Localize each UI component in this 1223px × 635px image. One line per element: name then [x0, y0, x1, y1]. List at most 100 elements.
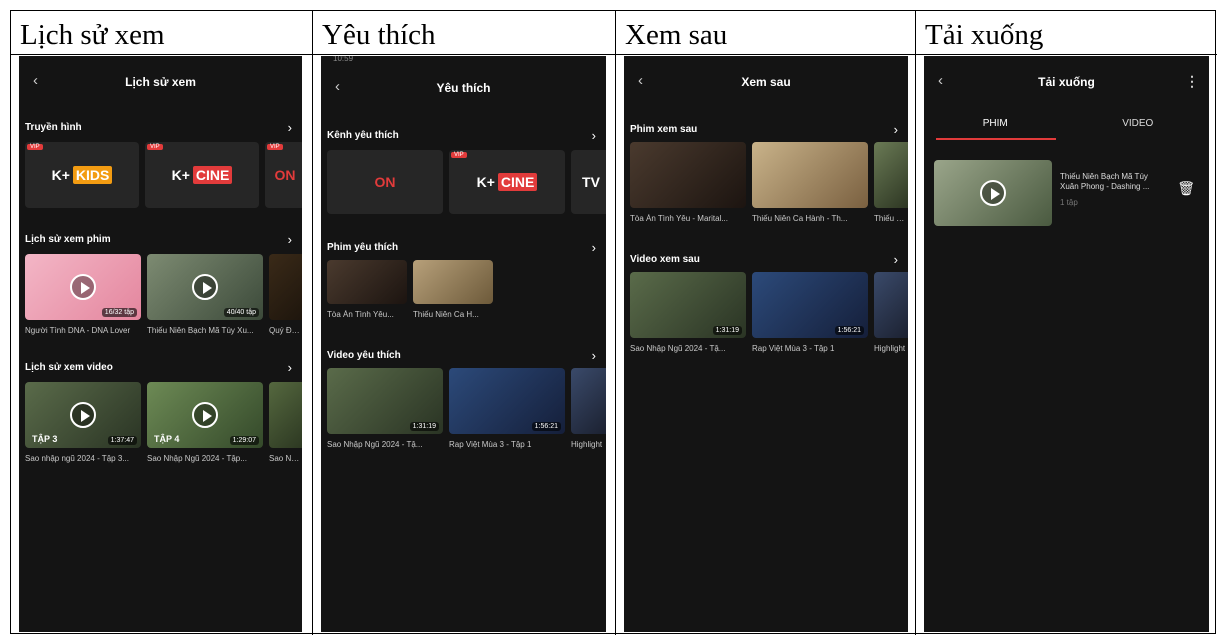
video-thumbnail[interactable]: TẬP 4 1:29:07: [147, 382, 263, 448]
chevron-right-icon[interactable]: ›: [288, 232, 292, 247]
comparison-table: Lịch sử xem ‹ Lịch sử xem Truyền hình › …: [10, 10, 1217, 635]
channel-card[interactable]: VIP K+ CINE: [449, 150, 565, 214]
movie-caption: Thiếu Niê: [874, 214, 908, 223]
chevron-right-icon[interactable]: ›: [894, 122, 898, 137]
duration-badge: 1:37:47: [107, 436, 137, 445]
column-watch-later: Xem sau ‹ Xem sau Phim xem sau › Tòa Án …: [616, 11, 916, 635]
channel-card[interactable]: ON: [327, 150, 443, 214]
download-title-line1: Thiếu Niên Bạch Mã Túy: [1060, 172, 1148, 181]
section-title: Video xem sau: [630, 254, 700, 265]
section-title: Lịch sử xem phim: [25, 234, 111, 245]
movie-thumbnail[interactable]: [630, 142, 746, 208]
video-caption: Sao Nhập Ngũ 2024 - Tậ...: [327, 440, 423, 449]
phone-screen-watch-later: ‹ Xem sau Phim xem sau › Tòa Án Tình Yêu…: [624, 56, 908, 632]
column-downloads: Tải xuống ‹ Tải xuống ⋮ PHIM VIDEO Thiếu…: [916, 11, 1217, 635]
download-item[interactable]: Thiếu Niên Bạch Mã Túy Xuân Phong - Dash…: [934, 160, 1199, 230]
movie-caption: Thiếu Niên Ca Hành - Th...: [752, 214, 848, 223]
vip-badge: VIP: [27, 144, 43, 150]
video-caption: Highlight: [874, 344, 906, 353]
play-icon[interactable]: [192, 402, 218, 428]
movie-thumbnail[interactable]: [752, 142, 868, 208]
movie-caption: Quý Đồ 2:: [269, 326, 302, 335]
vip-badge: VIP: [451, 152, 467, 158]
movie-thumbnail[interactable]: [413, 260, 493, 304]
movie-thumbnail[interactable]: [327, 260, 407, 304]
page-title: Yêu thích: [436, 81, 491, 95]
favorite-movie-row: [327, 260, 493, 304]
page-title: Tải xuống: [1038, 75, 1095, 89]
chevron-right-icon[interactable]: ›: [894, 252, 898, 267]
movie-thumbnail[interactable]: 40/40 tập: [147, 254, 263, 320]
chevron-right-icon[interactable]: ›: [288, 120, 292, 135]
video-thumbnail[interactable]: [874, 272, 908, 338]
duration-badge: 1:29:07: [229, 436, 259, 445]
section-title: Video yêu thích: [327, 350, 401, 361]
section-header-movies[interactable]: Phim xem sau ›: [624, 122, 908, 138]
section-header-videos[interactable]: Video yêu thích ›: [321, 348, 606, 364]
video-thumbnail[interactable]: 1:56:21: [752, 272, 868, 338]
chevron-right-icon[interactable]: ›: [592, 128, 596, 143]
video-caption: Rap Việt Mùa 3 - Tập 1: [752, 344, 835, 353]
section-header-channels[interactable]: Kênh yêu thích ›: [321, 128, 606, 144]
video-thumbnail[interactable]: 1:31:19: [630, 272, 746, 338]
column-title: Xem sau: [625, 19, 728, 51]
video-thumbnail[interactable]: 1:56:21: [449, 368, 565, 434]
channel-logo: K+ KIDS: [52, 166, 113, 184]
channel-logo: ON: [374, 174, 396, 190]
movie-caption: Tòa Án Tình Yêu - Marital...: [630, 214, 728, 223]
episode-label: TẬP 3: [32, 434, 58, 444]
movie-caption: Người Tình DNA - DNA Lover: [25, 326, 131, 335]
video-thumbnail[interactable]: TẬP 3 1:37:47: [25, 382, 141, 448]
movie-thumbnail[interactable]: [269, 254, 302, 320]
section-header-tv[interactable]: Truyền hình ›: [19, 120, 302, 136]
movie-thumbnail[interactable]: [874, 142, 908, 208]
video-thumbnail[interactable]: 1:31:19: [327, 368, 443, 434]
download-tabs: PHIM VIDEO: [924, 112, 1209, 142]
status-bar: 10:59: [333, 56, 354, 63]
tab-movies[interactable]: PHIM: [924, 118, 1067, 129]
phone-screen-history: ‹ Lịch sử xem Truyền hình › VIP K+ KIDS V…: [19, 56, 302, 632]
chevron-right-icon[interactable]: ›: [288, 360, 292, 375]
play-icon[interactable]: [192, 274, 218, 300]
channel-card[interactable]: TV: [571, 150, 606, 214]
duration-badge: 1:31:19: [712, 326, 742, 335]
section-header-videos[interactable]: Lịch sử xem video ›: [19, 360, 302, 376]
channel-logo: TV: [582, 174, 600, 190]
more-options-icon[interactable]: ⋮: [1185, 73, 1199, 90]
video-caption: Sao Nhập Ngũ 2024 - Tập...: [147, 454, 247, 463]
top-bar: ‹ Xem sau: [624, 70, 908, 94]
top-bar: ‹ Yêu thích: [321, 76, 606, 100]
section-header-movies[interactable]: Phim yêu thích ›: [321, 240, 606, 256]
movie-history-row: 16/32 tập 40/40 tập: [25, 254, 302, 320]
section-header-videos[interactable]: Video xem sau ›: [624, 252, 908, 268]
play-icon[interactable]: [70, 402, 96, 428]
section-title: Phim xem sau: [630, 124, 698, 135]
chevron-right-icon[interactable]: ›: [592, 240, 596, 255]
channel-card[interactable]: VIP ON: [265, 142, 302, 208]
watch-later-video-row: 1:31:19 1:56:21: [630, 272, 908, 338]
section-header-movies[interactable]: Lịch sử xem phim ›: [19, 232, 302, 248]
chevron-right-icon[interactable]: ›: [592, 348, 596, 363]
column-title: Tải xuống: [925, 19, 1044, 51]
channel-card[interactable]: VIP K+ CINE: [145, 142, 259, 208]
column-title: Lịch sử xem: [20, 19, 165, 51]
tv-channel-row: VIP K+ KIDS VIP K+ CINE VIP ON: [25, 142, 302, 208]
channel-logo: ON: [274, 167, 296, 183]
video-thumbnail[interactable]: [571, 368, 606, 434]
tab-videos[interactable]: VIDEO: [1067, 118, 1210, 129]
play-icon[interactable]: [70, 274, 96, 300]
episode-label: TẬP 4: [154, 434, 180, 444]
movie-thumbnail[interactable]: 16/32 tập: [25, 254, 141, 320]
duration-badge: 1:31:19: [409, 422, 439, 431]
download-title-line2: Xuân Phong - Dashing ...: [1060, 182, 1150, 191]
channel-card[interactable]: VIP K+ KIDS: [25, 142, 139, 208]
download-thumbnail[interactable]: [934, 160, 1052, 226]
play-icon[interactable]: [980, 180, 1006, 206]
movie-caption: Thiếu Niên Bạch Mã Túy Xu...: [147, 326, 254, 335]
video-thumbnail[interactable]: [269, 382, 302, 448]
page-title: Xem sau: [741, 75, 791, 89]
video-caption: Sao Nhập Ngũ 2024 - Tậ...: [630, 344, 726, 353]
section-title: Kênh yêu thích: [327, 130, 399, 141]
active-tab-indicator: [936, 138, 1056, 140]
trash-icon[interactable]: 🗑: [1177, 180, 1195, 197]
